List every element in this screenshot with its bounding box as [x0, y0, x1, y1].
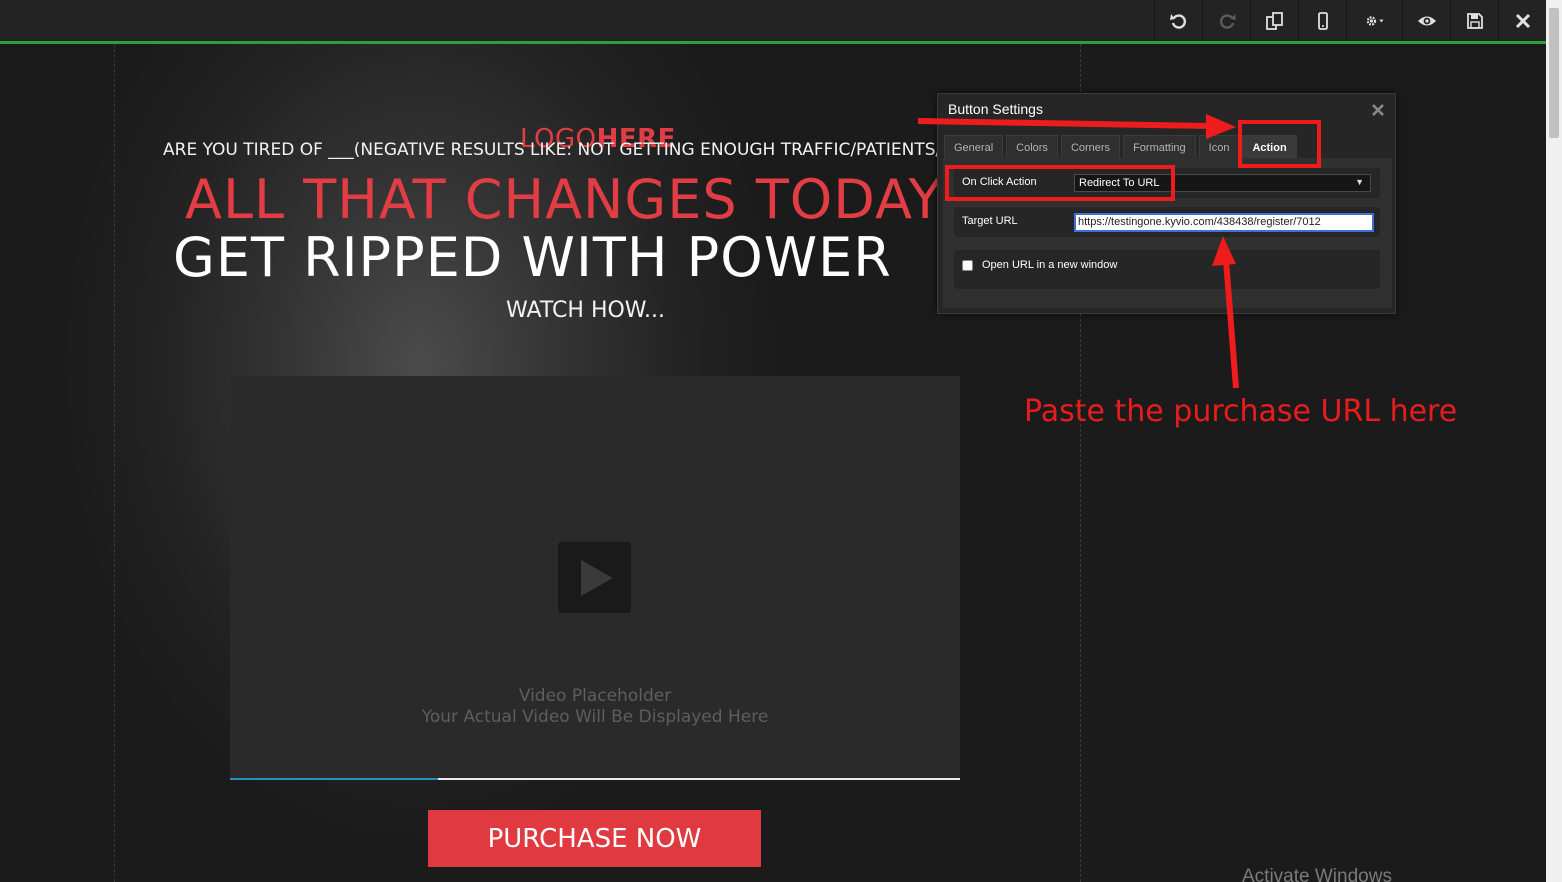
editor-toolbar — [0, 0, 1546, 44]
video-placeholder-title: Video Placeholder — [518, 686, 672, 706]
purchase-now-button[interactable]: PURCHASE NOW — [428, 810, 761, 867]
redo-button[interactable] — [1202, 0, 1250, 41]
scrollbar-thumb[interactable] — [1549, 8, 1559, 138]
tab-icon[interactable]: Icon — [1198, 135, 1240, 159]
headline-red[interactable]: ALL THAT CHANGES TODAY — [185, 168, 937, 231]
tab-general[interactable]: General — [944, 135, 1004, 159]
copy-icon — [1265, 11, 1283, 30]
tab-colors[interactable]: Colors — [1006, 135, 1058, 159]
video-placeholder-subtitle: Your Actual Video Will Be Displayed Here — [421, 707, 769, 727]
new-window-label: Open URL in a new window — [982, 259, 1118, 271]
redo-icon — [1219, 13, 1236, 29]
close-icon[interactable] — [1371, 103, 1385, 117]
windows-watermark: Activate Windows — [1242, 866, 1392, 882]
tab-formatting[interactable]: Formatting — [1123, 135, 1196, 159]
close-icon — [1515, 13, 1530, 28]
dialog-title: Button Settings — [948, 101, 1043, 117]
annotation-box-on-click — [945, 165, 1175, 201]
mobile-icon — [1317, 11, 1328, 30]
section-guide — [114, 44, 115, 882]
button-settings-dialog: Button Settings General Colors Corners F… — [937, 93, 1396, 314]
toolbar-actions — [1154, 0, 1546, 41]
headline-white[interactable]: GET RIPPED WITH POWER — [173, 226, 937, 289]
tab-corners[interactable]: Corners — [1060, 135, 1121, 159]
play-button[interactable] — [558, 542, 631, 613]
settings-button[interactable] — [1346, 0, 1402, 41]
vertical-scrollbar[interactable] — [1546, 0, 1562, 882]
gear-icon — [1366, 15, 1384, 26]
duplicate-button[interactable] — [1250, 0, 1298, 41]
play-icon — [580, 559, 613, 596]
new-window-checkbox[interactable] — [962, 260, 973, 271]
target-url-row: Target URL https://testingone.kyvio.com/… — [954, 207, 1380, 237]
eye-icon — [1417, 16, 1436, 25]
target-url-input[interactable]: https://testingone.kyvio.com/438438/regi… — [1074, 213, 1374, 232]
save-button[interactable] — [1450, 0, 1498, 41]
chevron-down-icon — [1378, 19, 1384, 22]
target-url-label: Target URL — [962, 215, 1018, 227]
preview-button[interactable] — [1402, 0, 1450, 41]
annotation-box-action-tab — [1238, 120, 1321, 168]
mobile-view-button[interactable] — [1298, 0, 1346, 41]
floppy-icon — [1466, 12, 1483, 29]
undo-icon — [1169, 13, 1186, 29]
video-progress-bar[interactable] — [230, 778, 439, 780]
subheadline[interactable]: WATCH HOW... — [506, 298, 665, 323]
annotation-text: Paste the purchase URL here — [1024, 394, 1458, 429]
undo-button[interactable] — [1154, 0, 1202, 41]
chevron-down-icon: ▼ — [1355, 177, 1364, 187]
tagline[interactable]: ARE YOU TIRED OF ___(NEGATIVE RESULTS LI… — [163, 140, 943, 160]
new-window-row: Open URL in a new window — [954, 250, 1380, 289]
video-placeholder[interactable]: Video Placeholder Your Actual Video Will… — [230, 376, 960, 780]
close-button[interactable] — [1498, 0, 1546, 41]
